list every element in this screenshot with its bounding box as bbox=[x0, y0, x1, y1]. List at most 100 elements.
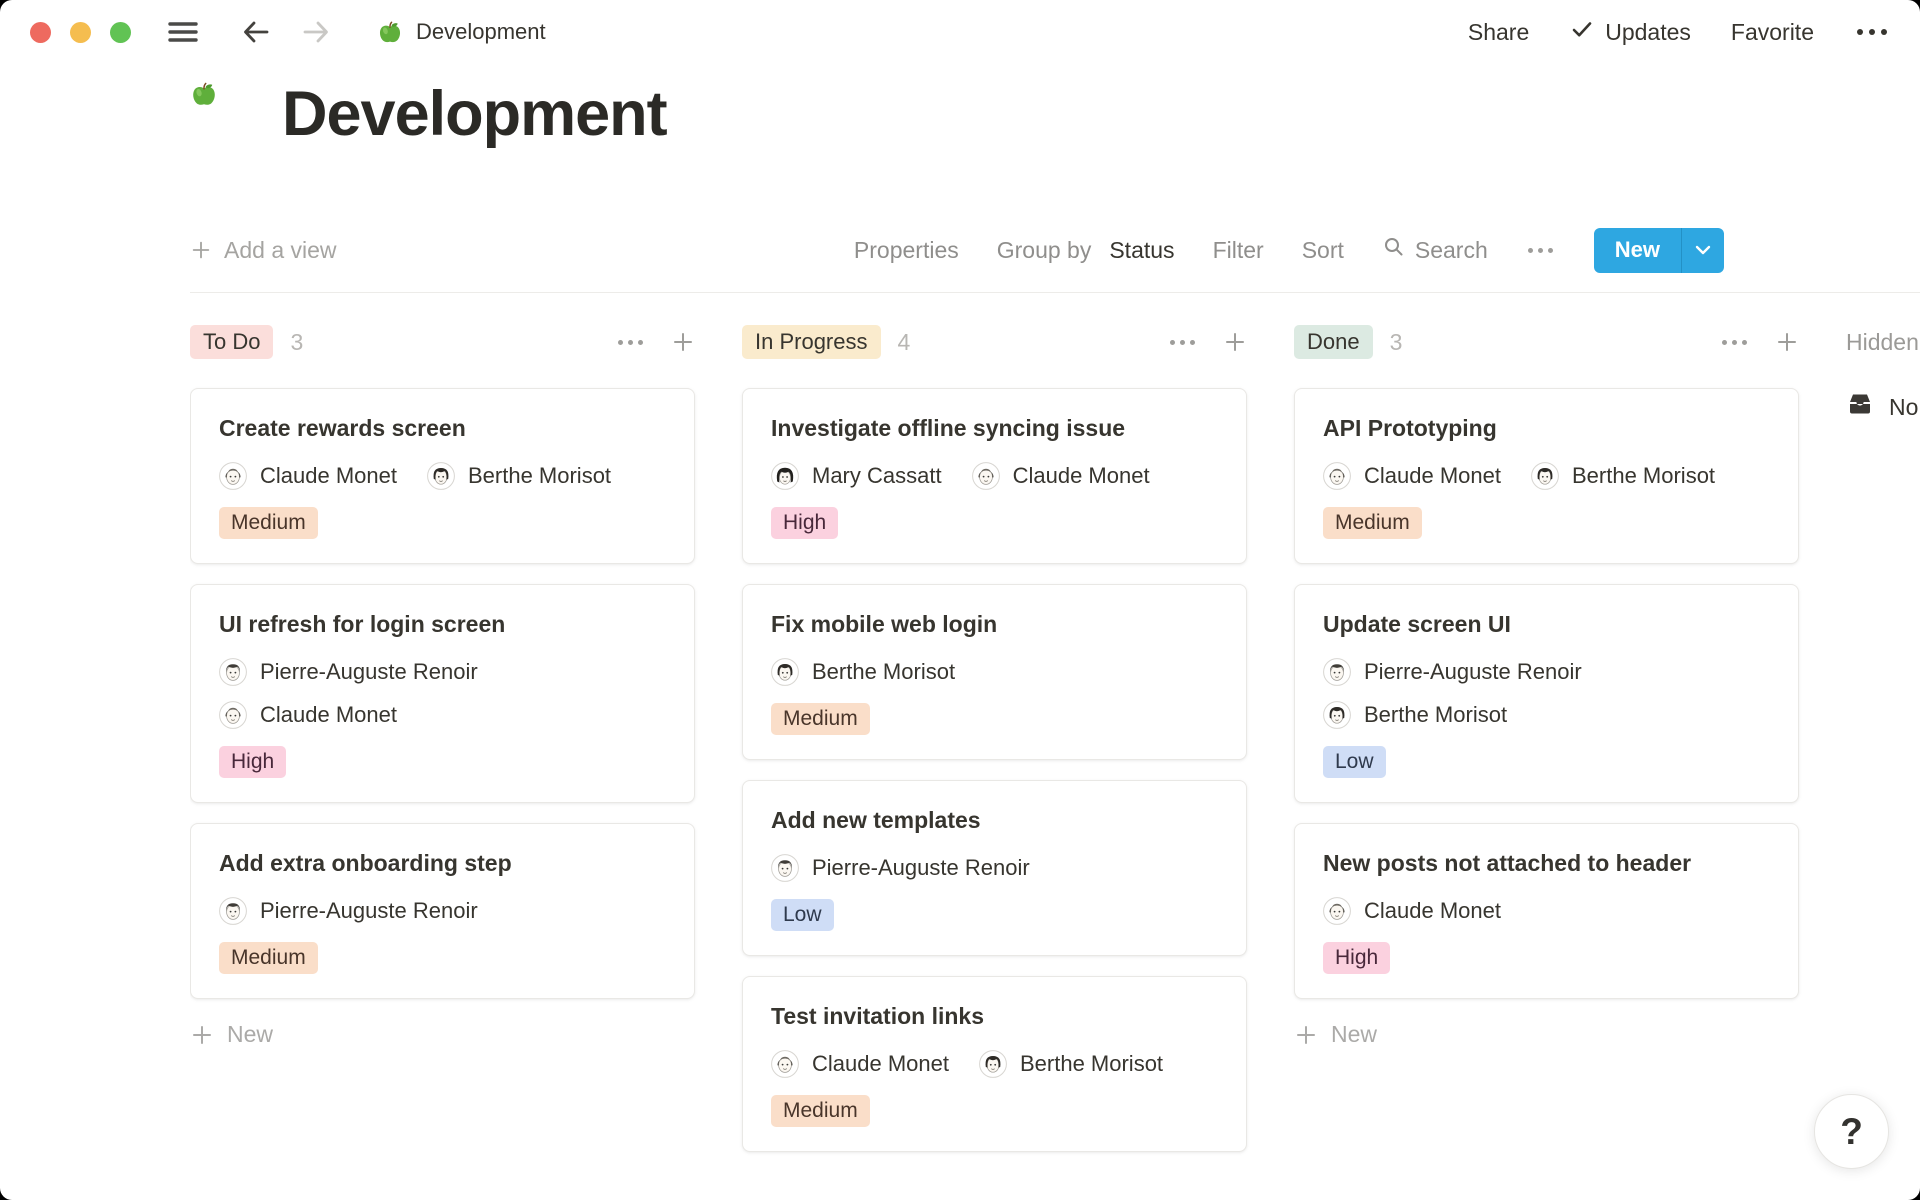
search-button[interactable]: Search bbox=[1382, 235, 1488, 265]
kanban-card[interactable]: Add extra onboarding step Pierre-Auguste… bbox=[190, 823, 695, 999]
topbar-actions: Share Updates Favorite bbox=[1468, 17, 1890, 47]
chevron-down-icon[interactable] bbox=[1681, 228, 1724, 273]
column-new-button[interactable]: New bbox=[1294, 1021, 1799, 1048]
assignee-name: Pierre-Auguste Renoir bbox=[260, 898, 478, 924]
group-by-button[interactable]: Group byStatus bbox=[997, 237, 1175, 264]
updates-button[interactable]: Updates bbox=[1569, 17, 1691, 47]
priority-tag: Low bbox=[1323, 746, 1386, 778]
kanban-card[interactable]: Fix mobile web login Berthe Morisot Medi… bbox=[742, 584, 1247, 760]
kanban-card[interactable]: Add new templates Pierre-Auguste Renoir … bbox=[742, 780, 1247, 956]
assignee: Berthe Morisot bbox=[771, 658, 955, 686]
priority-tag: Low bbox=[771, 899, 834, 931]
assignee: Claude Monet bbox=[219, 462, 397, 490]
close-button[interactable] bbox=[30, 22, 51, 43]
breadcrumb[interactable]: Development bbox=[377, 19, 546, 45]
column-add-icon[interactable] bbox=[1223, 330, 1247, 354]
column-cards: API Prototyping Claude Monet Berthe Moris… bbox=[1294, 388, 1799, 999]
assignee-name: Pierre-Auguste Renoir bbox=[1364, 659, 1582, 685]
check-icon bbox=[1569, 17, 1595, 47]
card-title: Test invitation links bbox=[771, 1003, 1218, 1030]
column-actions bbox=[1167, 330, 1247, 354]
window-titlebar: Development Share Updates Favorite bbox=[0, 0, 1920, 64]
priority-tag: Medium bbox=[219, 507, 318, 539]
avatar-man-bald-icon bbox=[219, 701, 247, 729]
column-status-badge[interactable]: In Progress bbox=[742, 325, 881, 359]
share-button[interactable]: Share bbox=[1468, 19, 1529, 46]
kanban-card[interactable]: API Prototyping Claude MonetBerthe Moris… bbox=[1294, 388, 1799, 564]
kanban-column: To Do 3 Create rewards screen Claude Mon… bbox=[190, 318, 695, 1200]
kanban-card[interactable]: Investigate offline syncing issue Mary C… bbox=[742, 388, 1247, 564]
assignee-name: Claude Monet bbox=[812, 1051, 949, 1077]
forward-arrow-icon[interactable] bbox=[301, 18, 331, 46]
avatar-man-bald-icon bbox=[1323, 897, 1351, 925]
avatar-man-bald-icon bbox=[972, 462, 1000, 490]
assignee-name: Claude Monet bbox=[1364, 898, 1501, 924]
card-title: Fix mobile web login bbox=[771, 611, 1218, 638]
card-assignees: Berthe Morisot bbox=[771, 658, 1218, 686]
add-view-button[interactable]: Add a view bbox=[190, 237, 337, 264]
card-title: Add new templates bbox=[771, 807, 1218, 834]
priority-tag: Medium bbox=[771, 1095, 870, 1127]
assignee-name: Berthe Morisot bbox=[468, 463, 611, 489]
card-title: Create rewards screen bbox=[219, 415, 666, 442]
assignee-name: Mary Cassatt bbox=[812, 463, 942, 489]
page-header: Development bbox=[190, 78, 667, 150]
card-assignees: Pierre-Auguste Renoir bbox=[219, 897, 666, 925]
assignee: Claude Monet bbox=[771, 1050, 949, 1078]
kanban-card[interactable]: Test invitation links Claude Monet Berthe… bbox=[742, 976, 1247, 1152]
column-status-badge[interactable]: Done bbox=[1294, 325, 1373, 359]
toolbar-more-icon[interactable] bbox=[1526, 248, 1556, 253]
column-header: To Do 3 bbox=[190, 318, 695, 366]
more-options-icon[interactable] bbox=[1854, 29, 1890, 35]
column-more-icon[interactable] bbox=[1167, 340, 1197, 345]
window-doc-title: Development bbox=[416, 19, 546, 45]
kanban-card[interactable]: Create rewards screen Claude Monet Berthe… bbox=[190, 388, 695, 564]
view-toolbar: Add a view Properties Group byStatus Fil… bbox=[190, 226, 1724, 274]
avatar-man-bald-icon bbox=[219, 462, 247, 490]
column-count: 4 bbox=[898, 329, 911, 356]
assignee: Pierre-Auguste Renoir bbox=[771, 854, 1030, 882]
filter-button[interactable]: Filter bbox=[1213, 237, 1264, 264]
assignee: Berthe Morisot bbox=[979, 1050, 1163, 1078]
avatar-man-icon bbox=[219, 658, 247, 686]
sidebar-menu-icon[interactable] bbox=[167, 19, 199, 45]
assignee: Berthe Morisot bbox=[427, 462, 611, 490]
column-add-icon[interactable] bbox=[1775, 330, 1799, 354]
card-title: Add extra onboarding step bbox=[219, 850, 666, 877]
assignee-name: Pierre-Auguste Renoir bbox=[812, 855, 1030, 881]
column-header: In Progress 4 bbox=[742, 318, 1247, 366]
column-new-button[interactable]: New bbox=[190, 1021, 695, 1048]
zoom-button[interactable] bbox=[110, 22, 131, 43]
favorite-button[interactable]: Favorite bbox=[1731, 19, 1814, 46]
assignee-name: Berthe Morisot bbox=[812, 659, 955, 685]
card-assignees: Claude Monet bbox=[1323, 897, 1770, 925]
minimize-button[interactable] bbox=[70, 22, 91, 43]
kanban-card[interactable]: New posts not attached to header Claude … bbox=[1294, 823, 1799, 999]
archive-box-icon bbox=[1846, 390, 1874, 424]
group-by-value: Status bbox=[1109, 237, 1174, 264]
kanban-column: In Progress 4 Investigate offline syncin… bbox=[742, 318, 1247, 1200]
assignee-name: Pierre-Auguste Renoir bbox=[260, 659, 478, 685]
properties-button[interactable]: Properties bbox=[854, 237, 959, 264]
help-button[interactable]: ? bbox=[1814, 1094, 1889, 1169]
page-title: Development bbox=[282, 78, 667, 150]
column-more-icon[interactable] bbox=[1719, 340, 1749, 345]
card-title: API Prototyping bbox=[1323, 415, 1770, 442]
kanban-card[interactable]: UI refresh for login screen Pierre-Augus… bbox=[190, 584, 695, 803]
column-actions bbox=[615, 330, 695, 354]
new-button[interactable]: New bbox=[1594, 228, 1724, 273]
avatar-woman-icon bbox=[1531, 462, 1559, 490]
column-cards: Create rewards screen Claude Monet Berthe… bbox=[190, 388, 695, 999]
assignee: Berthe Morisot bbox=[1531, 462, 1715, 490]
green-apple-icon[interactable] bbox=[190, 81, 256, 147]
column-add-icon[interactable] bbox=[671, 330, 695, 354]
column-more-icon[interactable] bbox=[615, 340, 645, 345]
column-count: 3 bbox=[290, 329, 303, 356]
kanban-card[interactable]: Update screen UI Pierre-Auguste RenoirBe… bbox=[1294, 584, 1799, 803]
hidden-column-no-status[interactable]: No Status bbox=[1846, 390, 1920, 424]
column-status-badge[interactable]: To Do bbox=[190, 325, 273, 359]
back-arrow-icon[interactable] bbox=[241, 18, 271, 46]
magnifier-icon bbox=[1382, 235, 1406, 265]
hidden-columns-label[interactable]: Hidden columns bbox=[1846, 318, 1920, 366]
sort-button[interactable]: Sort bbox=[1302, 237, 1344, 264]
